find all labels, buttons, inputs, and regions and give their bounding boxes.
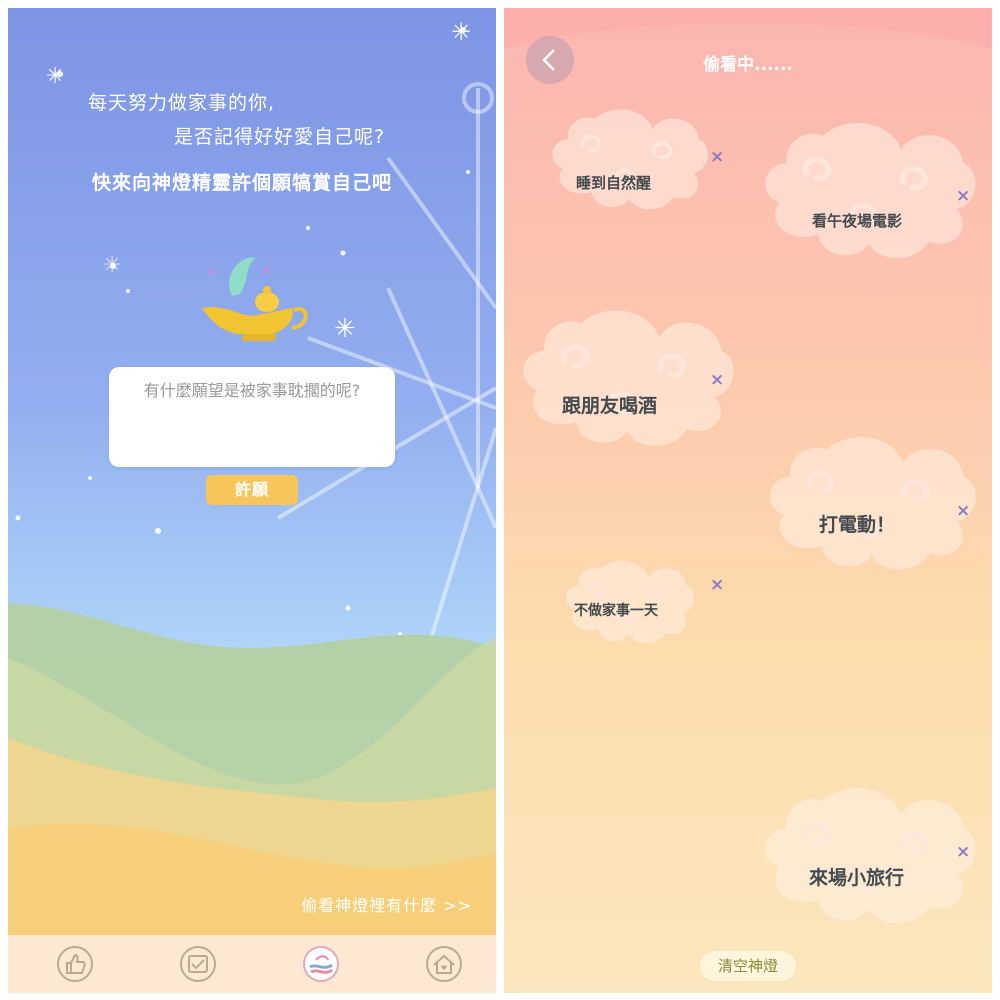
bottom-tab-bar: [8, 935, 496, 993]
genie-lamp-tab-icon[interactable]: [302, 945, 340, 983]
sparkle-icon: ✳: [46, 64, 65, 89]
cloud-icon: [512, 298, 742, 468]
wish-label: 來場小旅行: [809, 867, 905, 889]
sparkle-icon: ✳: [451, 18, 472, 46]
calendar-check-icon[interactable]: [179, 945, 217, 983]
wish-label: 打電動！: [819, 514, 896, 536]
cloud-icon: [754, 773, 984, 948]
wish-input[interactable]: [109, 367, 395, 467]
genie-lamp-screen: 每天努力做家事的你, 是否記得好好愛自己呢? 快來向神燈精靈許個願犒賞自己吧 ✳…: [8, 8, 496, 993]
wish-label: 看午夜場電影: [812, 212, 903, 230]
peek-lamp-screen: 偷看中...... 睡到自然醒 × 看午夜場電影 × 跟朋友喝酒 × 打電動！ …: [504, 8, 992, 993]
thumbs-up-icon[interactable]: [56, 945, 94, 983]
wish-label: 跟朋友喝酒: [562, 395, 658, 417]
cloud-icon: [544, 103, 714, 223]
wish-label: 不做家事一天: [574, 603, 658, 619]
cloud-icon: [759, 428, 984, 588]
delete-wish-button[interactable]: ×: [956, 844, 970, 861]
delete-wish-button[interactable]: ×: [710, 372, 724, 389]
make-wish-button[interactable]: 許願: [206, 475, 298, 505]
intro-line-2: 是否記得好好愛自己呢?: [174, 126, 386, 148]
delete-wish-button[interactable]: ×: [710, 149, 724, 166]
page-title: 偷看中......: [703, 55, 793, 75]
sparkle-icon: ✳: [103, 253, 122, 278]
genie-lamp-icon: [202, 257, 308, 341]
clear-lamp-button[interactable]: 清空神燈: [700, 951, 796, 981]
delete-wish-button[interactable]: ×: [956, 503, 970, 520]
cloud-icon: [754, 113, 984, 278]
sparkle-icon: ✳: [334, 314, 356, 344]
wish-label: 睡到自然醒: [576, 174, 652, 192]
peek-lamp-link[interactable]: 偷看神燈裡有什麼 >>: [301, 892, 472, 916]
home-heart-icon[interactable]: [425, 945, 463, 983]
wish-input-box[interactable]: [109, 367, 395, 467]
delete-wish-button[interactable]: ×: [710, 577, 724, 594]
intro-line-3: 快來向神燈精靈許個願犒賞自己吧: [92, 172, 393, 194]
intro-line-1: 每天努力做家事的你,: [88, 92, 276, 114]
delete-wish-button[interactable]: ×: [956, 188, 970, 205]
